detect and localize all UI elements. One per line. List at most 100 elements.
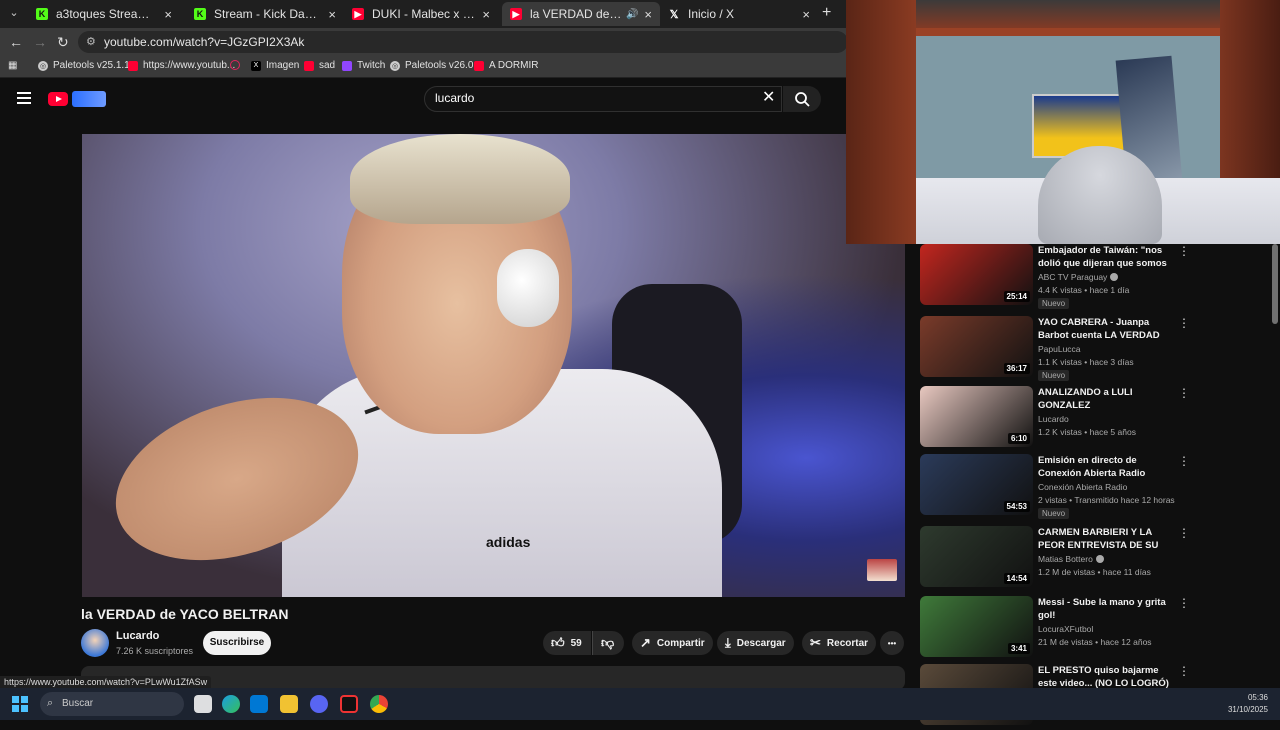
- subscribe-button[interactable]: Suscribirse: [203, 631, 271, 655]
- recommendation-item[interactable]: 14:54 CARMEN BARBIERI Y LA PEOR ENTREVIST…: [920, 526, 1200, 592]
- tab-yaco-beltran[interactable]: ▶ la VERDAD de YACO BELTRA 🔊 ×: [502, 2, 660, 26]
- recommendation-item[interactable]: 3:41 Messi - Sube la mano y grita gol! Loc…: [920, 596, 1200, 662]
- youtube-icon: [128, 60, 138, 71]
- headphone-earcup: [497, 249, 559, 327]
- close-tab-icon[interactable]: ×: [644, 7, 652, 22]
- recommendation-title[interactable]: ANALIZANDO a LULI GONZALEZ: [1038, 386, 1173, 412]
- windows-start-icon[interactable]: [12, 696, 28, 712]
- channel-avatar[interactable]: [81, 629, 109, 657]
- video-thumbnail[interactable]: 3:41: [920, 596, 1033, 657]
- bookmark-youtube[interactable]: https://www.youtub...: [128, 60, 235, 71]
- recommendation-title[interactable]: YAO CABRERA - Juanpa Barbot cuenta LA VE…: [1038, 316, 1173, 342]
- video-thumbnail[interactable]: 6:10: [920, 386, 1033, 447]
- tab-search-icon[interactable]: ⌄: [6, 5, 22, 21]
- more-vert-icon[interactable]: ⋮: [1178, 244, 1190, 258]
- search-button[interactable]: [783, 86, 821, 112]
- recommendation-channel[interactable]: LocuraXFutbol: [1038, 624, 1093, 634]
- youtube-logo-icon[interactable]: [48, 92, 68, 106]
- more-vert-icon[interactable]: ⋮: [1178, 664, 1190, 678]
- bookmark-paletools-26[interactable]: ◎ Paletools v26.0.7: [390, 60, 482, 71]
- close-tab-icon[interactable]: ×: [482, 7, 490, 22]
- tab-duki-malbec[interactable]: ▶ DUKI - Malbec x Bizarrap - You ×: [344, 2, 498, 26]
- speaker-icon[interactable]: 🔊: [626, 9, 638, 20]
- recommendation-item[interactable]: 36:17 YAO CABRERA - Juanpa Barbot cuenta …: [920, 316, 1200, 382]
- recommendation-title[interactable]: EL PRESTO quiso bajarme este video... (N…: [1038, 664, 1173, 690]
- close-tab-icon[interactable]: ×: [164, 7, 172, 22]
- tab-a3toques-stream[interactable]: K a3toques Stream - Watch Live o ×: [28, 2, 180, 26]
- reload-icon[interactable]: ↻: [57, 34, 69, 51]
- recommendation-channel[interactable]: PapuLucca: [1038, 344, 1081, 354]
- person-hair: [350, 134, 570, 224]
- forward-arrow-icon[interactable]: →: [33, 34, 47, 50]
- address-bar[interactable]: ⚙ youtube.com/watch?v=JGzGPI2X3Ak: [78, 31, 848, 53]
- recommendation-channel[interactable]: Conexión Abierta Radio: [1038, 482, 1127, 492]
- recommendation-meta: 4.4 K vistas • hace 1 día: [1038, 285, 1130, 295]
- like-count: 59: [570, 637, 582, 649]
- apps-grid-icon[interactable]: ▦: [8, 60, 17, 71]
- tab-kick-dashboard[interactable]: K Stream - Kick Dashboard ×: [186, 2, 344, 26]
- bookmark-imagen[interactable]: X Imagen: [251, 60, 299, 71]
- video-thumbnail[interactable]: 14:54: [920, 526, 1033, 587]
- bookmark-twitch[interactable]: Twitch: [342, 60, 385, 71]
- edge-icon[interactable]: [222, 695, 240, 713]
- recommendation-title[interactable]: Emisión en directo de Conexión Abierta R…: [1038, 454, 1173, 480]
- video-thumbnail[interactable]: 54:53: [920, 454, 1033, 515]
- recommendation-item[interactable]: 6:10 ANALIZANDO a LULI GONZALEZ Lucardo 1.2…: [920, 386, 1200, 452]
- close-tab-icon[interactable]: ×: [328, 7, 336, 22]
- bookmark-sad[interactable]: sad: [304, 60, 335, 71]
- more-vert-icon[interactable]: ⋮: [1178, 316, 1190, 330]
- channel-watermark[interactable]: [867, 559, 897, 581]
- bookmark-heart[interactable]: [230, 60, 245, 70]
- recommendation-channel[interactable]: ABC TV Paraguay: [1038, 272, 1119, 282]
- scrollbar[interactable]: [1272, 244, 1278, 324]
- recommendation-item[interactable]: 54:53 Emisión en directo de Conexión Abie…: [920, 454, 1200, 520]
- recommendation-title[interactable]: Messi - Sube la mano y grita gol!: [1038, 596, 1173, 622]
- tab-label: la VERDAD de YACO BELTRA: [530, 7, 622, 21]
- video-player[interactable]: adidas: [82, 134, 905, 597]
- bookmark-paletools-25[interactable]: ◎ Paletools v25.1.19: [38, 60, 135, 71]
- like-button[interactable]: 👍︎ 59: [543, 631, 591, 655]
- back-arrow-icon[interactable]: ←: [9, 34, 23, 50]
- globe-icon: ◎: [390, 60, 400, 71]
- tab-inicio-x[interactable]: 𝕏 Inicio / X ×: [660, 2, 818, 26]
- channel-name[interactable]: Lucardo: [116, 630, 159, 642]
- menu-icon[interactable]: [17, 92, 31, 104]
- recommendation-channel[interactable]: Matias Bottero: [1038, 554, 1104, 564]
- video-thumbnail[interactable]: 36:17: [920, 316, 1033, 377]
- x-icon: X: [251, 60, 261, 71]
- recommendation-item[interactable]: 25:14 Embajador de Taiwán: "nos dolió que…: [920, 244, 1200, 310]
- bookmark-a-dormir[interactable]: A DORMIR: [474, 60, 538, 71]
- search-box[interactable]: [424, 86, 782, 112]
- windows-taskbar: ⌕ Buscar 05:36 31/10/2025: [0, 688, 1280, 720]
- store-icon[interactable]: [250, 695, 268, 713]
- tab-label: a3toques Stream - Watch Live o: [56, 7, 158, 21]
- system-clock[interactable]: 05:36 31/10/2025: [1226, 692, 1268, 716]
- taskbar-search[interactable]: ⌕ Buscar: [40, 692, 184, 716]
- more-vert-icon[interactable]: ⋮: [1178, 454, 1190, 468]
- dislike-button[interactable]: 👎︎: [592, 631, 624, 655]
- site-info-icon[interactable]: ⚙: [86, 35, 96, 48]
- recommendation-channel[interactable]: Lucardo: [1038, 414, 1069, 424]
- recommendation-title[interactable]: Embajador de Taiwán: "nos dolió que dije…: [1038, 244, 1173, 270]
- clip-button[interactable]: ✂ Recortar: [802, 631, 877, 655]
- file-explorer-icon[interactable]: [280, 695, 298, 713]
- close-tab-icon[interactable]: ×: [802, 7, 810, 22]
- search-input[interactable]: [435, 91, 755, 105]
- video-thumbnail[interactable]: 25:14: [920, 244, 1033, 305]
- clear-search-icon[interactable]: ✕: [762, 90, 775, 106]
- recommendation-title[interactable]: CARMEN BARBIERI Y LA PEOR ENTREVISTA DE …: [1038, 526, 1173, 552]
- more-vert-icon[interactable]: ⋮: [1178, 526, 1190, 540]
- globe-icon: ◎: [38, 60, 48, 71]
- share-button[interactable]: ↗ Compartir: [632, 631, 713, 655]
- more-vert-icon[interactable]: ⋮: [1178, 386, 1190, 400]
- obs-icon[interactable]: [340, 695, 358, 713]
- download-button[interactable]: ⤓ Descargar: [717, 631, 794, 655]
- doodle-logo-icon[interactable]: [72, 91, 106, 107]
- chrome-icon[interactable]: [370, 695, 388, 713]
- new-tab-icon[interactable]: +: [822, 5, 831, 21]
- more-vert-icon[interactable]: ⋮: [1178, 596, 1190, 610]
- discord-icon[interactable]: [310, 695, 328, 713]
- more-actions-button[interactable]: •••: [880, 631, 904, 655]
- x-icon: 𝕏: [669, 8, 679, 21]
- task-view-icon[interactable]: [194, 695, 212, 713]
